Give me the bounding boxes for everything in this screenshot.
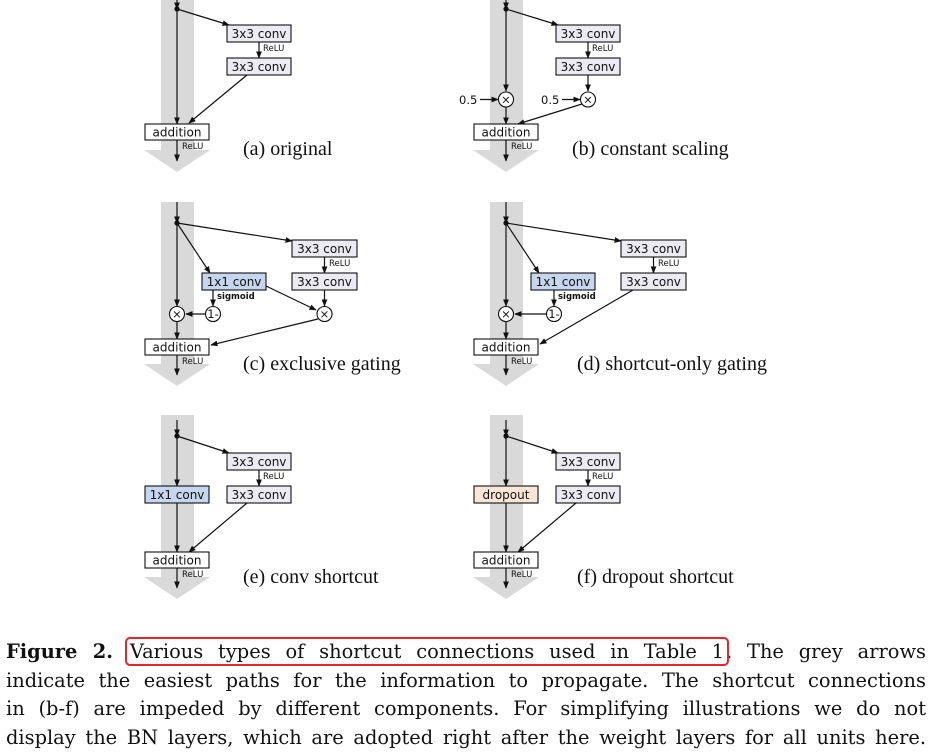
conv-box-1-label: 3x3 conv (232, 455, 287, 469)
panel-d: 3x3 conv ReLU 3x3 conv 1x1 conv sigmoid … (473, 202, 767, 386)
multiply-sign: × (501, 307, 511, 321)
relu-out-label: ReLU (182, 142, 203, 152)
scale-right-label: 0.5 (541, 93, 559, 107)
addition-label: addition (482, 341, 531, 355)
panel-a: 3x3 conv ReLU 3x3 conv addition ReLU (a)… (144, 0, 333, 172)
conv-box-1-label: 3x3 conv (297, 242, 352, 256)
panel-label: (b) constant scaling (572, 138, 729, 160)
addition-label: addition (482, 554, 531, 568)
caption-line-2: indicate the easiest paths for the infor… (6, 667, 926, 696)
multiply-sign: × (172, 307, 182, 321)
gate-conv-label: 1x1 conv (207, 275, 262, 289)
addition-label: addition (153, 126, 202, 140)
panel-label: (d) shortcut-only gating (577, 353, 767, 375)
caption-line-4: display the BN layers, which are adopted… (6, 724, 926, 752)
relu-out-label: ReLU (511, 357, 532, 367)
panel-c: 3x3 conv ReLU 3x3 conv 1x1 conv sigmoid … (144, 202, 401, 386)
one-minus-label: 1- (207, 307, 218, 321)
conv-box-2-label: 3x3 conv (232, 488, 287, 502)
panel-label: (c) exclusive gating (243, 353, 401, 375)
relu-out-label: ReLU (511, 142, 532, 152)
relu-mid-label: ReLU (263, 472, 284, 482)
figure-caption: Figure 2. Various types of shortcut conn… (6, 638, 926, 752)
multiply-sign: × (583, 93, 593, 107)
conv-box-1-label: 3x3 conv (561, 27, 616, 41)
caption-line-3: in (b-f) are impeded by different compon… (6, 695, 926, 724)
dropout-label: dropout (483, 488, 530, 502)
relu-mid-label: ReLU (592, 44, 613, 54)
relu-out-label: ReLU (182, 357, 203, 367)
relu-out-label: ReLU (511, 570, 532, 580)
caption-figure-label: Figure 2. (6, 640, 113, 663)
panel-b: 3x3 conv ReLU 3x3 conv 0.5 × 0.5 × addit… (459, 0, 729, 172)
conv-box-2-label: 3x3 conv (297, 275, 352, 289)
gate-conv-label: 1x1 conv (536, 275, 591, 289)
multiply-sign: × (501, 93, 511, 107)
relu-mid-label: ReLU (329, 259, 350, 269)
relu-mid-label: ReLU (263, 44, 284, 54)
sigmoid-label: sigmoid (558, 292, 596, 302)
panel-label: (a) original (243, 138, 333, 160)
caption-line-1: Figure 2. Various types of shortcut conn… (6, 638, 926, 667)
relu-out-label: ReLU (182, 570, 203, 580)
caption-highlight: Various types of shortcut connections us… (128, 640, 726, 663)
panel-label: (e) conv shortcut (243, 566, 379, 588)
conv-box-1-label: 3x3 conv (232, 27, 287, 41)
conv-box-1-label: 3x3 conv (561, 455, 616, 469)
conv-box-1-label: 3x3 conv (626, 242, 681, 256)
panel-f: 3x3 conv ReLU 3x3 conv dropout addition … (473, 415, 734, 599)
one-minus-label: 1- (548, 307, 559, 321)
figure-diagram: 3x3 conv ReLU 3x3 conv addition ReLU (a)… (0, 0, 931, 620)
panel-label: (f) dropout shortcut (577, 566, 734, 588)
addition-label: addition (153, 341, 202, 355)
relu-mid-label: ReLU (592, 472, 613, 482)
addition-label: addition (482, 126, 531, 140)
scale-left-label: 0.5 (459, 93, 477, 107)
conv-box-2-label: 3x3 conv (561, 488, 616, 502)
addition-label: addition (153, 554, 202, 568)
sigmoid-label: sigmoid (217, 292, 255, 302)
conv-box-2-label: 3x3 conv (626, 275, 681, 289)
conv-box-2-label: 3x3 conv (232, 60, 287, 74)
conv-box-2-label: 3x3 conv (561, 60, 616, 74)
multiply-sign: × (320, 307, 330, 321)
panel-e: 3x3 conv ReLU 3x3 conv 1x1 conv addition… (144, 415, 379, 599)
relu-mid-label: ReLU (658, 259, 679, 269)
shortcut-conv-label: 1x1 conv (150, 488, 205, 502)
caption-line-1-rest: . The grey arrows (726, 640, 926, 663)
